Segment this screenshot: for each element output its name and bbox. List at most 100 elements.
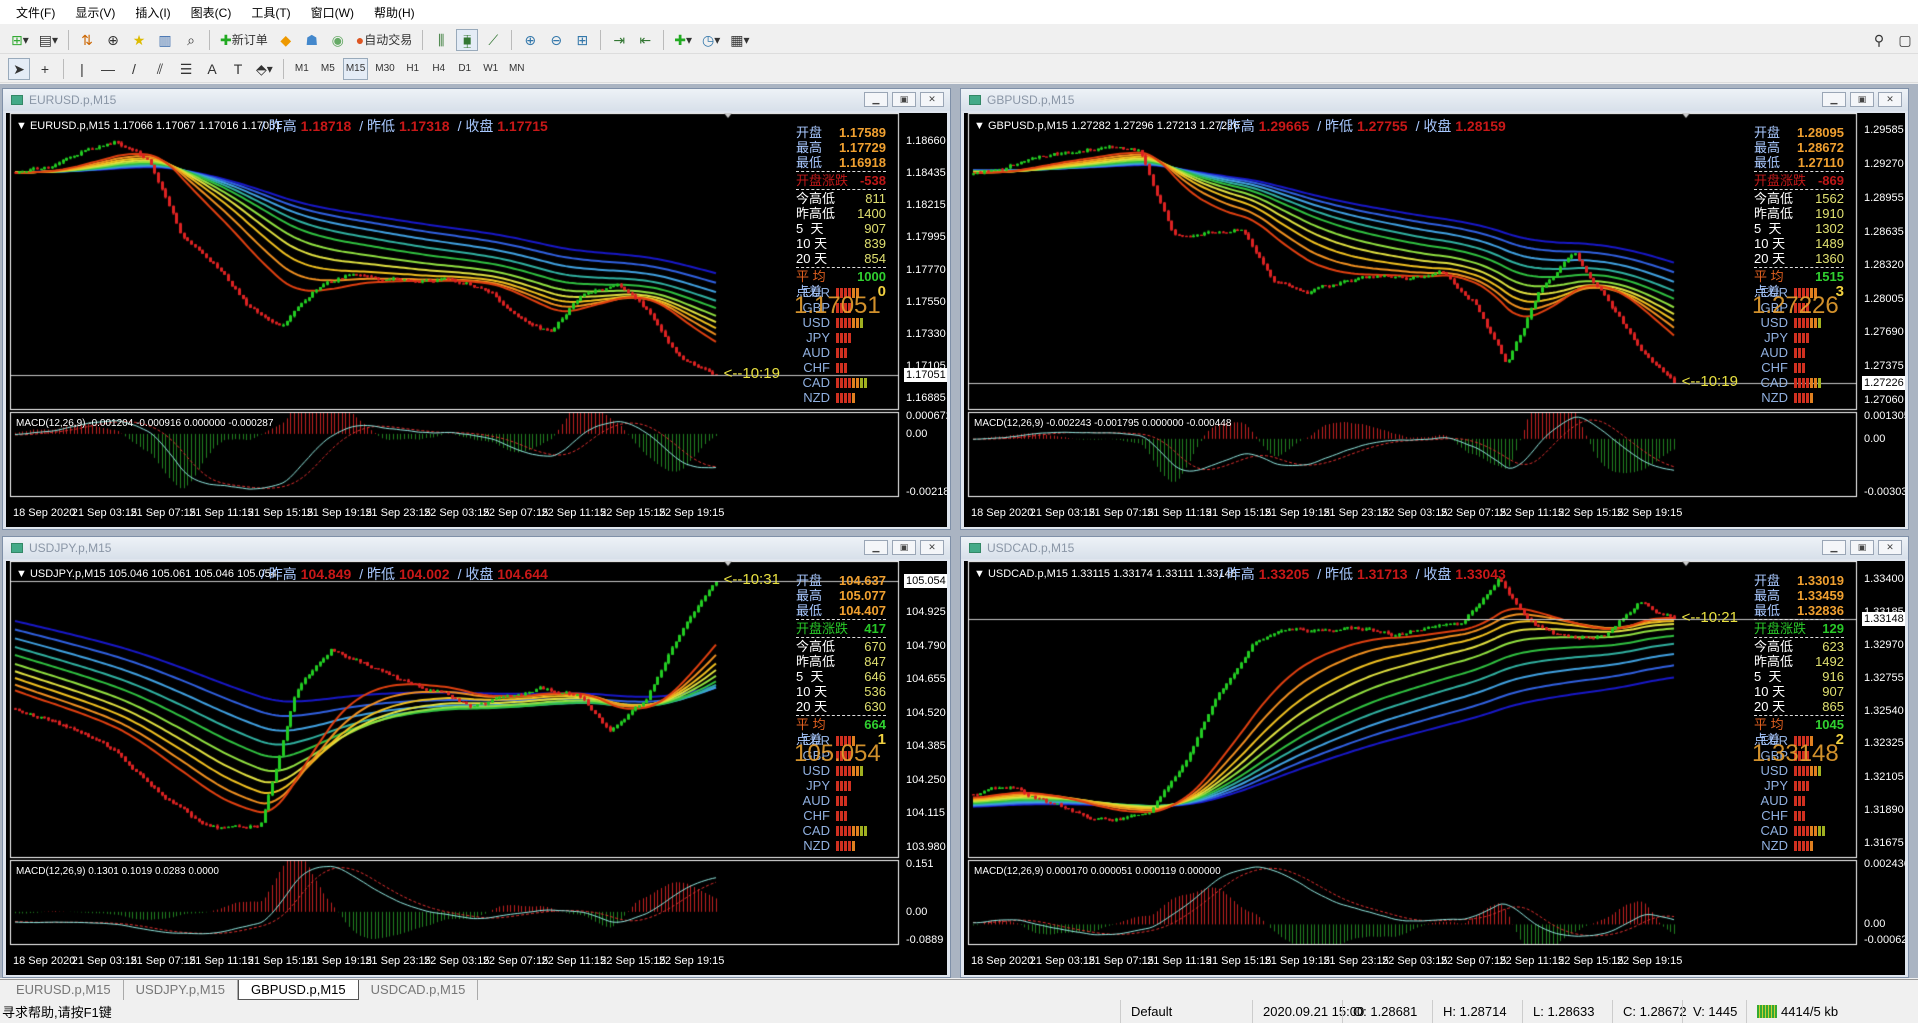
chart-window-eurusd[interactable]: EURUSD.p,M15 ▁ ▣ ✕ ▼ EURUSD.p,M15 1.17066 1.… (2, 88, 951, 530)
info-high-value: 1.33459 (1797, 588, 1844, 603)
menu-5[interactable]: 窗口(W) (301, 4, 364, 21)
maximize-button[interactable]: ▣ (892, 92, 916, 107)
tile-windows-icon[interactable]: ⊞ (571, 29, 593, 51)
minimize-button[interactable]: ▁ (1822, 540, 1846, 555)
trendline-icon[interactable]: / (123, 58, 145, 80)
timeframe-mn[interactable]: MN (506, 58, 528, 80)
horizontal-line-icon[interactable]: — (97, 58, 119, 80)
chart-window-gbpusd[interactable]: GBPUSD.p,M15 ▁ ▣ ✕ ▼ GBPUSD.p,M15 1.27282 1.… (960, 88, 1909, 530)
navigator-icon[interactable]: ★ (128, 29, 150, 51)
line-chart-icon[interactable]: ⟋ (482, 29, 504, 51)
strength-bar (1802, 810, 1805, 821)
strategy-tester-icon[interactable]: ⌕ (180, 29, 202, 51)
zoom-in-icon[interactable]: ⊕ (519, 29, 541, 51)
timeframe-d1[interactable]: D1 (454, 58, 476, 80)
menu-2[interactable]: 插入(I) (125, 4, 180, 21)
minimize-button[interactable]: ▁ (864, 540, 888, 555)
indicators-icon[interactable]: ✚ ▾ (671, 29, 695, 51)
window-title-bar[interactable]: USDJPY.p,M15 ▁ ▣ ✕ (3, 537, 950, 559)
window-title-bar[interactable]: EURUSD.p,M15 ▁ ▣ ✕ (3, 89, 950, 111)
new-chart-button[interactable]: ⊞ ▾ (8, 29, 32, 51)
tab-usdjpy[interactable]: USDJPY.p,M15 (124, 980, 238, 1000)
info-panel: 开盘 1.33019 最高 1.33459 最低 1.32836 开盘涨跌 129 今高低 623… (1752, 573, 1844, 853)
crosshair-icon[interactable]: + (34, 58, 56, 80)
chart-shift-icon[interactable]: ⇤ (634, 29, 656, 51)
time-axis-label: 22 Sep 03:15 (1382, 955, 1448, 967)
market-icon[interactable]: ◉ (327, 29, 349, 51)
connection-status[interactable]: 4414/5 kb (1746, 1000, 1848, 1023)
text-label-icon[interactable]: T (227, 58, 249, 80)
text-icon[interactable]: A (201, 58, 223, 80)
chat-icon[interactable]: ▢ (1894, 29, 1916, 51)
price-axis-tick: 104.520 (906, 706, 946, 719)
close-button[interactable]: ✕ (920, 540, 944, 555)
chart-canvas-area[interactable]: ▼ USDJPY.p,M15 105.046 105.061 105.046 1… (6, 561, 947, 975)
maximize-button[interactable]: ▣ (892, 540, 916, 555)
equidistant-channel-icon[interactable]: ⫽ (149, 58, 171, 80)
price-axis-tick: 1.29585 (1864, 124, 1904, 137)
menu-0[interactable]: 文件(F) (6, 4, 65, 21)
menu-6[interactable]: 帮助(H) (364, 4, 425, 21)
periods-icon[interactable]: ◷ ▾ (699, 29, 723, 51)
window-title-bar[interactable]: USDCAD.p,M15 ▁ ▣ ✕ (961, 537, 1908, 559)
data-window-icon[interactable]: ⊕ (102, 29, 124, 51)
currency-row-aud: AUD (796, 793, 886, 808)
timeframe-m15[interactable]: M15 (342, 57, 369, 80)
yesterday-high-value: 1.33205 (1258, 566, 1310, 582)
candlestick-icon[interactable]: ⧯ (456, 28, 479, 51)
currency-name: AUD (1760, 345, 1788, 360)
strength-bar (1814, 825, 1817, 836)
timeframe-w1[interactable]: W1 (480, 58, 502, 80)
terminal-icon[interactable]: ▥ (154, 29, 176, 51)
chart-canvas-area[interactable]: ▼ EURUSD.p,M15 1.17066 1.17067 1.17016 1… (6, 113, 947, 527)
fibonacci-icon[interactable]: ☰ (175, 58, 197, 80)
menu-4[interactable]: 工具(T) (241, 4, 300, 21)
close-button[interactable]: ✕ (1878, 540, 1902, 555)
tab-eurusd[interactable]: EURUSD.p,M15 (4, 980, 124, 1000)
auto-trading-button[interactable]: ● 自动交易 (353, 29, 415, 51)
search-icon[interactable]: ⚲ (1868, 29, 1890, 51)
timeframe-m30[interactable]: M30 (372, 58, 397, 80)
info-row-open: 开盘 1.28095 (1754, 125, 1844, 140)
big-price: 1.33148 (1752, 740, 1839, 767)
maximize-button[interactable]: ▣ (1850, 92, 1874, 107)
close-button[interactable]: ✕ (920, 92, 944, 107)
menu-3[interactable]: 图表(C) (181, 4, 242, 21)
strength-bar (1810, 825, 1813, 836)
chart-window-usdcad[interactable]: USDCAD.p,M15 ▁ ▣ ✕ ▼ USDCAD.p,M15 1.33115 1.… (960, 536, 1909, 978)
timeframe-h1[interactable]: H1 (402, 58, 424, 80)
chart-canvas-area[interactable]: ▼ GBPUSD.p,M15 1.27282 1.27296 1.27213 1… (964, 113, 1905, 527)
chart-window-usdjpy[interactable]: USDJPY.p,M15 ▁ ▣ ✕ ▼ USDJPY.p,M15 105.046 10… (2, 536, 951, 978)
vertical-line-icon[interactable]: | (71, 58, 93, 80)
info-today_range-value: 623 (1822, 639, 1844, 654)
zoom-out-icon[interactable]: ⊖ (545, 29, 567, 51)
signals-icon[interactable]: ☗ (301, 29, 323, 51)
arrows-icon[interactable]: ⬘ ▾ (253, 58, 276, 80)
timeframe-m5[interactable]: M5 (317, 58, 339, 80)
strength-bar (1802, 840, 1805, 851)
metaeditor-icon[interactable]: ◆ (275, 29, 297, 51)
templates-icon[interactable]: ▦ ▾ (727, 29, 752, 51)
new-order-button[interactable]: ✚ 新订单 (217, 29, 271, 51)
chart-canvas-area[interactable]: ▼ USDCAD.p,M15 1.33115 1.33174 1.33111 1… (964, 561, 1905, 975)
cursor-icon[interactable]: ➤ (8, 57, 30, 80)
minimize-button[interactable]: ▁ (864, 92, 888, 107)
price-axis-tick: 1.27690 (1864, 326, 1904, 339)
maximize-button[interactable]: ▣ (1850, 540, 1874, 555)
minimize-button[interactable]: ▁ (1822, 92, 1846, 107)
menu-1[interactable]: 显示(V) (65, 4, 125, 21)
tab-gbpusd[interactable]: GBPUSD.p,M15 (238, 980, 359, 1000)
window-title-bar[interactable]: GBPUSD.p,M15 ▁ ▣ ✕ (961, 89, 1908, 111)
tab-usdcad[interactable]: USDCAD.p,M15 (359, 980, 479, 1000)
auto-scroll-icon[interactable]: ⇥ (608, 29, 630, 51)
bar-chart-icon[interactable]: ⫼ (430, 29, 452, 51)
timeframe-h4[interactable]: H4 (428, 58, 450, 80)
yesterday-low-value: 1.17318 (398, 118, 450, 134)
market-watch-icon[interactable]: ⇅ (76, 29, 98, 51)
profiles-button[interactable]: ▤ ▾ (36, 29, 61, 51)
info-row-spread: 点差 2 1.33148 (1752, 732, 1844, 766)
yesterday-low-label: / 昨低 (1317, 566, 1354, 582)
close-button[interactable]: ✕ (1878, 92, 1902, 107)
strength-bar (1802, 795, 1805, 806)
timeframe-m1[interactable]: M1 (291, 58, 313, 80)
